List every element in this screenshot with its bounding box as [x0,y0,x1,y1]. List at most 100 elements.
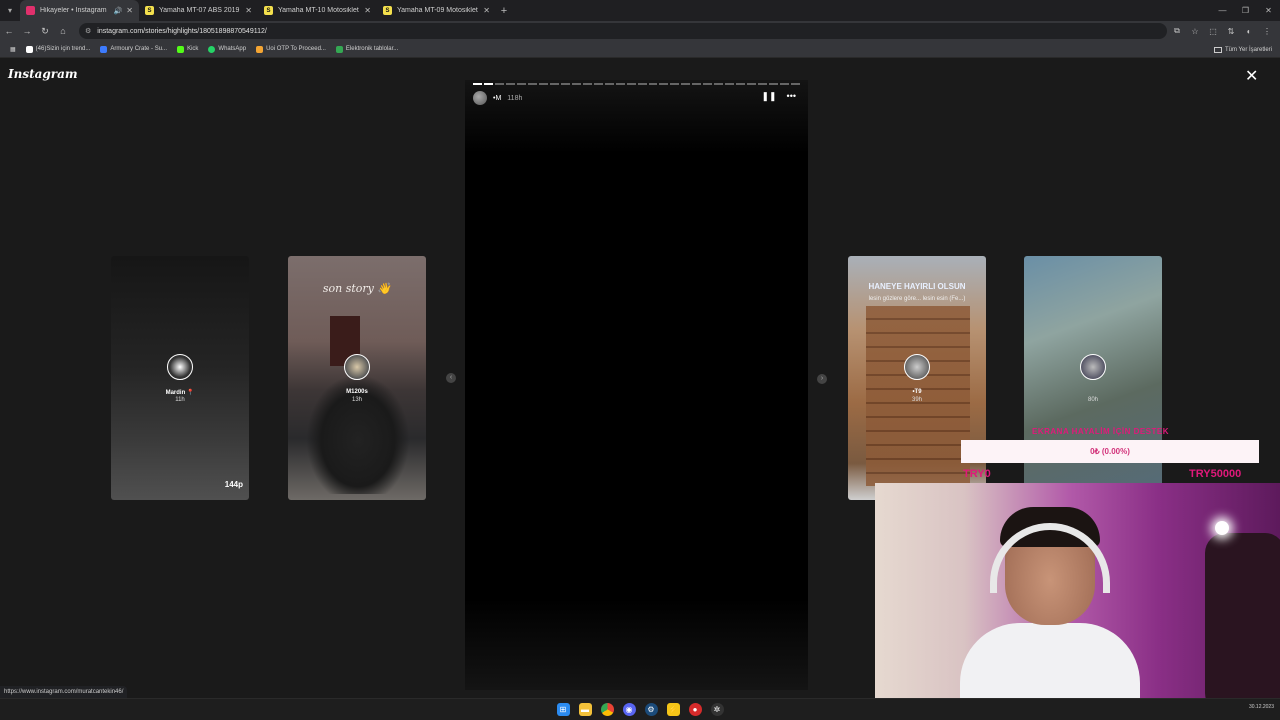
tab-instagram[interactable]: Hikayeler • Instagram 🔊 ✕ [20,0,139,21]
progress-segment [527,83,537,85]
story-preview-4[interactable]: 80h [1024,256,1162,500]
story-caption: son story 👋 [322,282,392,295]
globe-icon [256,45,264,53]
forward-icon[interactable]: → [18,26,36,36]
reload-icon[interactable]: ↻ [36,26,54,37]
tab-yamaha-mt10[interactable]: S Yamaha MT-10 Motosiklet Fiya... ✕ [258,0,377,21]
donation-progress-bar: 0₺ (0.00%) [961,440,1259,463]
bookmark-tiktok[interactable]: (46)Sizin için trend... [25,45,90,53]
close-tab-icon[interactable]: ✕ [126,6,133,15]
story-preview-time: 11h [175,397,185,403]
bookmark-kick[interactable]: Kick [177,45,198,53]
home-icon[interactable]: ⌂ [54,26,72,36]
pause-icon[interactable]: ❚❚ [761,91,776,102]
progress-segment [791,83,801,85]
extensions-icon[interactable]: ⬚ [1204,27,1222,36]
story-preview-user: •T9 [912,389,922,395]
all-bookmarks[interactable]: Tüm Yer İşaretleri [1213,41,1272,58]
kick-icon [177,45,185,53]
progress-segment [494,83,504,85]
whatsapp-icon [208,45,216,53]
instagram-favicon-icon [26,6,35,15]
close-tab-icon[interactable]: ✕ [364,6,371,15]
progress-segment [659,83,669,85]
more-options-icon[interactable]: ••• [787,91,796,102]
bookmark-star-icon[interactable]: ☆ [1186,27,1204,36]
progress-segment [516,83,526,85]
site-info-icon[interactable]: ⚙ [85,27,91,35]
close-tab-icon[interactable]: ✕ [245,6,252,15]
next-story-icon[interactable]: › [817,374,827,384]
file-explorer-icon[interactable]: ▬ [578,703,592,716]
cast-icon[interactable]: ⧉ [1168,26,1186,36]
discord-icon[interactable]: ◉ [622,703,636,716]
close-icon[interactable]: ✕ [1245,69,1258,85]
progress-segment [648,83,658,85]
streamer-figure [960,507,1140,712]
gaming-chair-graphic [1205,533,1280,712]
downloads-icon[interactable]: ⇅ [1222,27,1240,36]
bookmark-label: Armoury Crate - Su... [110,46,168,52]
avatar[interactable] [473,91,487,105]
bookmark-label: Uoi OTP To Proceed... [266,46,326,52]
story-preview-m1200s[interactable]: son story 👋 M1200s 13h [288,256,426,500]
menu-icon[interactable]: ⋮ [1258,27,1276,36]
folder-icon [1213,46,1222,53]
chrome-icon[interactable] [600,703,614,716]
story-caption: HANEYE HAYIRLI OLSUN [868,282,966,291]
window-controls: — ❐ ✕ [1211,0,1280,21]
toolbar-actions: ⧉ ☆ ⬚ ⇅ ◐ ⋮ [1168,21,1276,41]
close-window-icon[interactable]: ✕ [1257,0,1280,21]
active-story[interactable]: •M 118h ❚❚ ••• [465,80,808,690]
norton-icon[interactable]: ⚡ [666,703,680,716]
story-preview-t9[interactable]: HANEYE HAYIRLI OLSUN lesin gözlere göre.… [848,256,986,500]
settings-icon[interactable]: ✲ [710,703,724,716]
bookmark-armoury-crate[interactable]: Armoury Crate - Su... [100,45,168,53]
tab-yamaha-mt07[interactable]: S Yamaha MT-07 ABS 2019 Mod... ✕ [139,0,258,21]
bookmark-whatsapp[interactable]: WhatsApp [208,45,246,53]
progress-segment [483,83,493,85]
steam-icon[interactable]: ⚙ [644,703,658,716]
tab-search-icon[interactable]: ▾ [0,0,20,21]
browser-tab-bar: ▾ Hikayeler • Instagram 🔊 ✕ S Yamaha MT-… [0,0,1280,21]
progress-segment [615,83,625,85]
progress-segment [780,83,790,85]
progress-segment [538,83,548,85]
tab-yamaha-mt09[interactable]: S Yamaha MT-09 Motosiklet Fiya... ✕ [377,0,496,21]
progress-segment [769,83,779,85]
windows-icon[interactable]: ⊞ [556,703,570,716]
tab-title: Hikayeler • Instagram [40,7,107,14]
avatar [167,354,193,380]
windows-taskbar: ⊞ ▬ ◉ ⚙ ⚡ ● ✲ 30.12.2023 [0,698,1280,720]
progress-segment [505,83,515,85]
progress-segment [736,83,746,85]
bookmark-sheets[interactable]: Elektronik tablolar... [335,45,398,53]
story-preview-mardin[interactable]: Mardin 📍 11h 144p [111,256,249,500]
maximize-icon[interactable]: ❐ [1234,0,1257,21]
progress-segment [582,83,592,85]
previous-story-icon[interactable]: ‹ [446,373,456,383]
progress-segment [703,83,713,85]
sahibinden-favicon-icon: S [383,6,392,15]
progress-segment [593,83,603,85]
close-tab-icon[interactable]: ✕ [483,6,490,15]
address-bar[interactable]: ⚙ instagram.com/stories/highlights/18051… [79,23,1167,39]
minimize-icon[interactable]: — [1211,0,1234,21]
back-icon[interactable]: ← [0,26,18,36]
new-tab-button[interactable]: + [496,5,512,17]
story-username[interactable]: •M [493,95,501,102]
sahibinden-favicon-icon: S [145,6,154,15]
story-timestamp: 118h [507,94,523,102]
progress-segment [637,83,647,85]
building-graphic [866,306,970,486]
bookmark-otp[interactable]: Uoi OTP To Proceed... [256,45,326,53]
progress-segment [571,83,581,85]
progress-segment [758,83,768,85]
profile-icon[interactable]: ◐ [1240,27,1258,36]
progress-segment [473,83,482,85]
speaker-icon[interactable]: 🔊 [114,7,123,15]
instagram-logo[interactable]: Instagram [8,67,78,81]
game-icon[interactable]: ● [688,703,702,716]
avatar [904,354,930,380]
apps-grid-icon[interactable]: ▦ [10,46,16,53]
